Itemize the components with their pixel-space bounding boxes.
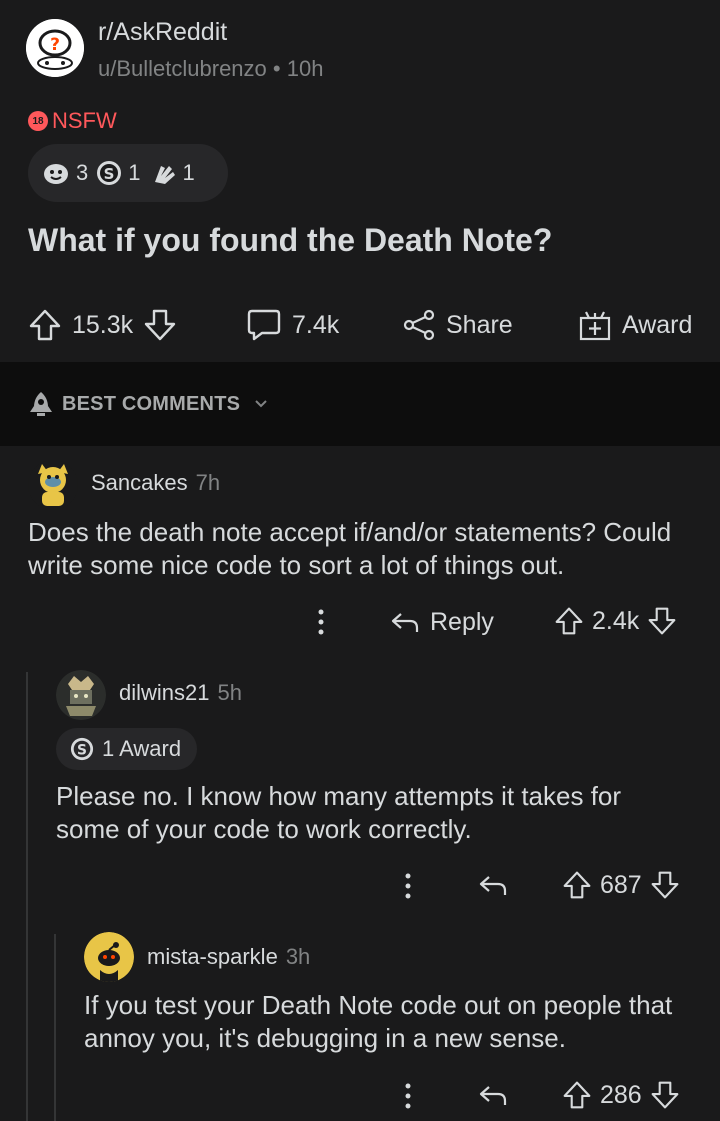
downvote-icon[interactable] [143,308,177,342]
comment-body: If you test your Death Note code out on … [84,989,672,1055]
svg-text:?: ? [50,35,60,55]
comment-actions: 286 [0,1076,720,1116]
comment-award-chip[interactable]: S 1 Award [56,728,198,770]
comment-author[interactable]: dilwins21 [119,680,210,706]
comment-age: 7h [195,470,221,495]
gift-icon [578,308,612,342]
avatar[interactable] [84,932,134,982]
svg-text:S: S [77,743,87,759]
downvote-icon[interactable] [650,1080,680,1110]
comment-vote-group: 687 [562,870,680,900]
meta-separator: • [272,56,281,81]
comment-line: write some nice code to sort a lot of th… [28,550,565,580]
comment-sort-bar[interactable]: BEST COMMENTS [0,362,720,446]
post-action-bar: 15.3k 7.4k Share Award [0,300,720,356]
downvote-icon[interactable] [647,606,677,636]
rocket-icon [28,390,54,418]
silver-award-icon: S [96,160,122,186]
post-author[interactable]: u/Bulletclubrenzo [98,56,267,81]
award-silver: S 1 [96,160,141,186]
reply-label: Reply [430,608,494,636]
award-count: 3 [76,160,89,185]
upvote-icon[interactable] [562,1080,592,1110]
chevron-down-icon [254,399,268,409]
subreddit-avatar[interactable]: ? [26,19,84,77]
reply-icon [390,611,420,635]
post-title[interactable]: What if you found the Death Note? [28,222,552,259]
comment-score: 2.4k [592,606,640,635]
comment-score: 687 [600,870,642,899]
nsfw-label: NSFW [52,108,117,133]
comment-author[interactable]: mista-sparkle [147,944,278,970]
share-icon [402,308,436,342]
reply-icon[interactable] [478,874,508,898]
comment-actions: 687 [0,866,720,906]
award-button[interactable]: Award [578,308,692,342]
share-label: Share [446,310,513,339]
comment-body: Does the death note accept if/and/or sta… [28,516,671,582]
comment-age: 3h [285,944,311,969]
comment-line: If you test your Death Note code out on … [84,990,673,1020]
comment-header: dilwins21 5h [119,680,242,706]
comment-vote-group: 286 [562,1080,680,1110]
award-clap: 1 [149,160,195,186]
avatar[interactable] [28,460,78,510]
face-award-icon [42,161,70,185]
comment-age: 5h [217,680,242,705]
reply-button[interactable]: Reply [390,608,494,637]
award-label: Award [622,310,693,339]
upvote-icon[interactable] [28,308,62,342]
upvote-icon[interactable] [562,870,592,900]
more-options-icon[interactable] [316,608,326,636]
award-chip-label: 1 Award [102,736,182,761]
comment-header: Sancakes 7h [91,470,220,496]
sort-selector[interactable]: BEST COMMENTS [28,390,268,418]
reply-icon[interactable] [478,1084,508,1108]
post-vote-group: 15.3k [28,308,177,342]
comment-score: 286 [600,1080,642,1109]
sort-label: BEST COMMENTS [62,392,241,415]
avatar[interactable] [56,670,106,720]
post-age: 10h [286,56,324,81]
comment-line: annoy you, it's debugging in a new sense… [84,1023,566,1053]
comment-count: 7.4k [292,310,340,339]
downvote-icon[interactable] [650,870,680,900]
comment-line: Please no. I know how many attempts it t… [56,781,622,811]
comment-header: mista-sparkle 3h [147,944,310,970]
comment-author[interactable]: Sancakes [91,470,188,496]
silver-award-icon: S [70,737,94,761]
share-button[interactable]: Share [402,308,513,342]
award-count: 1 [182,160,195,185]
post-score: 15.3k [72,310,134,339]
more-options-icon[interactable] [403,1082,413,1110]
award-count: 1 [128,160,141,185]
comment-actions: Reply 2.4k [0,602,720,642]
subreddit-name[interactable]: r/AskReddit [98,18,227,47]
svg-text:S: S [104,165,115,183]
clapping-award-icon [149,160,177,186]
upvote-icon[interactable] [554,606,584,636]
post-meta: u/Bulletclubrenzo • 10h [98,56,323,82]
comments-button[interactable]: 7.4k [246,308,339,342]
nsfw-18-icon: 18 [28,111,48,131]
post-awards[interactable]: 3 S 1 1 [28,144,228,202]
comment-body: Please no. I know how many attempts it t… [56,780,621,846]
comment-line: Does the death note accept if/and/or sta… [28,517,672,547]
comment-vote-group: 2.4k [554,606,677,636]
nsfw-tag: 18 NSFW [28,108,117,134]
award-face: 3 [42,160,88,186]
comment-line: some of your code to work correctly. [56,814,472,844]
more-options-icon[interactable] [403,872,413,900]
comment-bubble-icon [246,308,282,342]
